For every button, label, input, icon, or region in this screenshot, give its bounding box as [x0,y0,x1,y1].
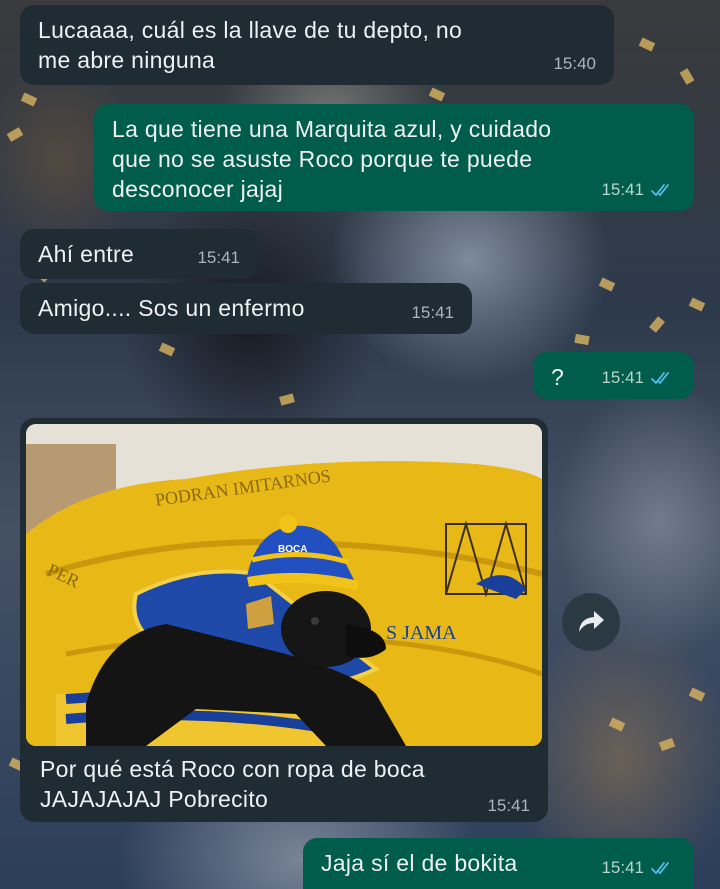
message-time: 15:41 [601,180,644,199]
image-message[interactable]: PODRAN IMITARNOS PER S JAMA BOCA Por qué… [20,418,548,822]
message-text: Amigo.... Sos un enfermo [38,295,305,321]
forward-button[interactable] [562,593,620,651]
image-caption: Por qué está Roco con ropa de boca JAJAJ… [40,756,425,812]
message-outgoing[interactable]: ? 15:41 [533,352,694,399]
double-check-icon [651,184,669,197]
message-incoming[interactable]: Ahí entre 15:41 [20,229,258,279]
message-outgoing[interactable]: Jaja sí el de bokita 15:41 [303,838,694,889]
double-check-icon [651,862,669,875]
message-time: 15:41 [601,368,644,387]
message-incoming[interactable]: Amigo.... Sos un enfermo 15:41 [20,283,472,334]
double-check-icon [651,372,669,385]
share-forward-icon [579,611,604,632]
message-time: 15:41 [197,248,240,267]
message-text: Lucaaaa, cuál es la llave de tu depto, n… [38,17,463,73]
message-text: La que tiene una Marquita azul, y cuidad… [112,116,552,202]
message-outgoing[interactable]: La que tiene una Marquita azul, y cuidad… [94,104,694,211]
message-time: 15:41 [601,858,644,877]
message-time: 15:40 [553,54,596,73]
hat-text: BOCA [278,544,307,555]
flag-text-right: S JAMA [386,622,457,644]
message-incoming[interactable]: Lucaaaa, cuál es la llave de tu depto, n… [20,5,614,85]
message-time: 15:41 [487,796,530,815]
dog-photo[interactable]: PODRAN IMITARNOS PER S JAMA BOCA [26,424,542,746]
message-time: 15:41 [411,303,454,322]
